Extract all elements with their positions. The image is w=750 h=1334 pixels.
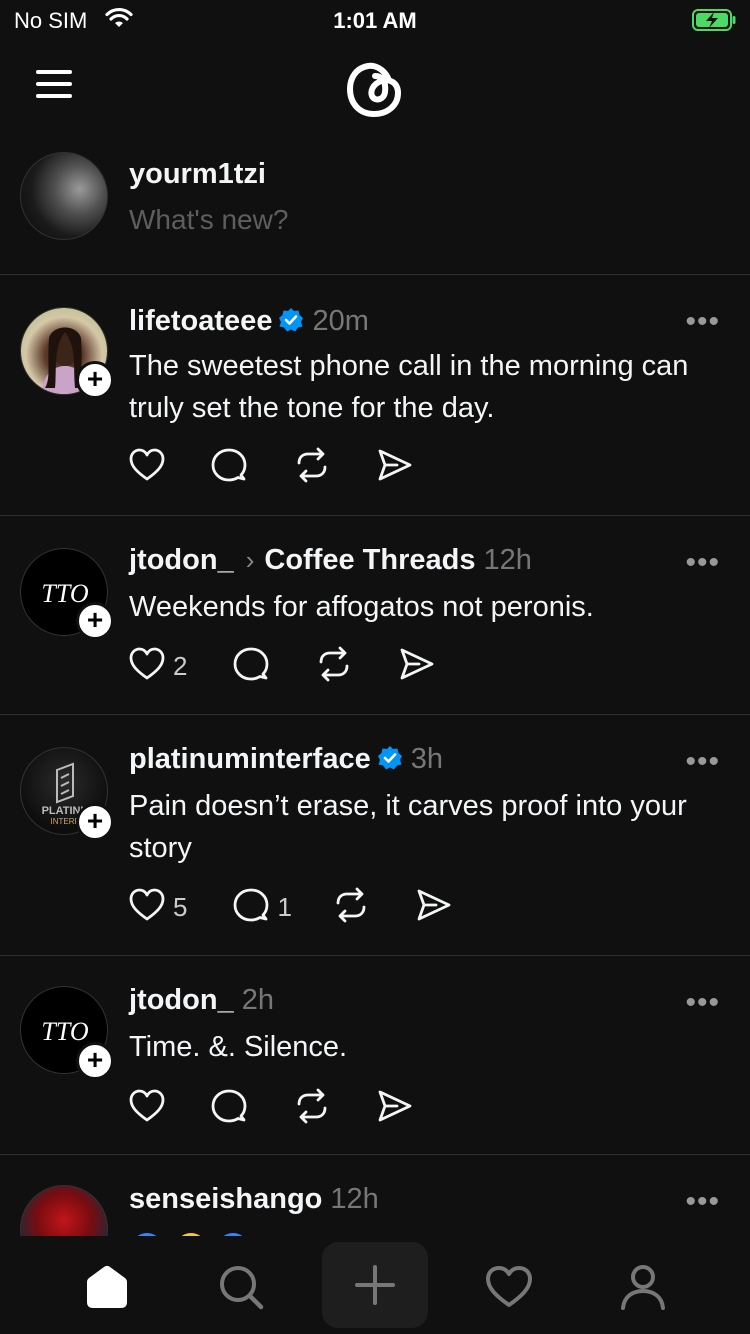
post-username[interactable]: lifetoateee (129, 305, 272, 337)
repost-button[interactable] (315, 646, 353, 687)
share-button[interactable] (416, 888, 452, 927)
post-username[interactable]: senseishango (129, 1183, 322, 1215)
thread-post[interactable]: PLATINU INTERF + platinuminterface 3h •••… (0, 715, 750, 956)
follow-plus-button[interactable]: + (76, 803, 114, 841)
reply-button[interactable]: 1 (233, 887, 292, 928)
repost-icon (315, 646, 353, 687)
more-options-icon[interactable]: ••• (685, 1185, 720, 1219)
like-count: 2 (173, 650, 188, 681)
more-options-icon[interactable]: ••• (685, 305, 720, 339)
like-count: 5 (173, 891, 188, 922)
heart-icon (129, 647, 165, 686)
post-time: 12h (483, 544, 532, 576)
post-username[interactable]: jtodon_ (129, 984, 234, 1016)
verified-badge-icon (278, 307, 304, 341)
thread-post[interactable]: TTO + jtodon_ › Coffee Threads 12h ••• Week… (0, 516, 750, 715)
post-username[interactable]: platinuminterface (129, 743, 371, 775)
like-button[interactable]: 2 (129, 647, 187, 686)
reply-count: 1 (277, 891, 292, 922)
thread-post[interactable]: senseishango 12h ••• (0, 1155, 750, 1236)
emoji-row (129, 1227, 259, 1236)
heart-icon (129, 1089, 165, 1128)
chevron-right-icon: › (245, 545, 255, 575)
compose-plus-icon[interactable] (322, 1242, 428, 1328)
repost-icon (293, 1088, 331, 1129)
like-button[interactable] (129, 1089, 165, 1128)
share-button[interactable] (377, 448, 413, 487)
avatar-monogram: TTO (41, 1017, 88, 1046)
avatar-monogram: TTO (41, 579, 88, 608)
whats-new-input[interactable]: What's new? (129, 204, 288, 236)
profile-icon[interactable] (593, 1248, 693, 1326)
new-thread-composer[interactable]: yourm1tzi What's new? (0, 150, 750, 275)
threads-logo-icon[interactable] (343, 54, 407, 125)
clock: 1:01 AM (333, 8, 417, 33)
hamburger-menu-icon[interactable] (36, 70, 76, 100)
post-text: The sweetest phone call in the morning c… (129, 350, 689, 424)
more-options-icon[interactable]: ••• (685, 745, 720, 779)
more-options-icon[interactable]: ••• (685, 546, 720, 580)
follow-plus-button[interactable]: + (76, 361, 114, 399)
post-time: 2h (241, 984, 274, 1016)
heart-icon (129, 448, 165, 487)
follow-plus-button[interactable]: + (76, 1042, 114, 1080)
repost-button[interactable] (293, 1088, 331, 1129)
repost-button[interactable] (332, 887, 370, 928)
post-text: Time. &. Silence. (129, 1031, 348, 1063)
battery-charging-icon (692, 9, 736, 36)
comment-bubble-icon (211, 1088, 247, 1129)
send-icon (399, 647, 435, 686)
status-bar: No SIM 1:01 AM (0, 0, 750, 40)
post-text: Weekends for affogatos not peronis. (129, 591, 594, 623)
follow-plus-button[interactable]: + (76, 602, 114, 640)
comment-bubble-icon (211, 447, 247, 488)
post-time: 3h (410, 743, 443, 775)
post-username[interactable]: jtodon_ (129, 544, 234, 576)
community-name[interactable]: Coffee Threads (264, 544, 475, 576)
avatar[interactable] (20, 152, 108, 240)
avatar[interactable] (20, 1185, 108, 1236)
repost-icon (332, 887, 370, 928)
post-time: 20m (312, 305, 369, 337)
comment-bubble-icon (233, 646, 269, 687)
bottom-tab-bar (0, 1236, 750, 1334)
repost-button[interactable] (293, 447, 331, 488)
like-button[interactable] (129, 448, 165, 487)
thread-post[interactable]: + lifetoateee 20m ••• The sweetest phone … (0, 275, 750, 516)
more-options-icon[interactable]: ••• (685, 986, 720, 1020)
verified-badge-icon (377, 745, 403, 779)
like-button[interactable]: 5 (129, 888, 187, 927)
send-icon (377, 1089, 413, 1128)
share-button[interactable] (377, 1089, 413, 1128)
composer-username: yourm1tzi (129, 158, 266, 190)
reply-button[interactable] (233, 646, 269, 687)
thread-post[interactable]: TTO + jtodon_ 2h ••• Time. &. Silence. (0, 956, 750, 1155)
repost-icon (293, 447, 331, 488)
reply-button[interactable] (211, 447, 247, 488)
search-icon[interactable] (191, 1248, 291, 1326)
comment-bubble-icon (233, 887, 269, 928)
heart-icon (129, 888, 165, 927)
post-time: 12h (330, 1183, 379, 1215)
send-icon (377, 448, 413, 487)
send-icon (416, 888, 452, 927)
activity-heart-icon[interactable] (459, 1248, 559, 1326)
home-icon[interactable] (57, 1248, 157, 1326)
post-text: Pain doesn’t erase, it carves proof into… (129, 790, 687, 864)
reply-button[interactable] (211, 1088, 247, 1129)
share-button[interactable] (399, 647, 435, 686)
